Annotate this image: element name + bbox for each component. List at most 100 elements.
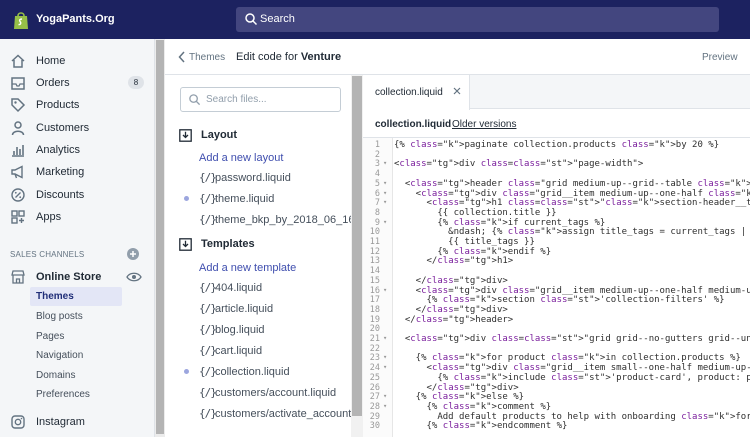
nav-item-discounts[interactable]: Discounts	[0, 185, 150, 205]
fold-toggle-icon[interactable]: ▾	[383, 159, 387, 167]
file-item-article-liquid[interactable]: {/} article.liquid	[179, 300, 349, 318]
code-line: 29 Add default products to help with onb…	[363, 412, 750, 422]
search-files-input[interactable]: Search files...	[180, 87, 341, 112]
fold-toggle-icon[interactable]: ▾	[383, 353, 387, 361]
shopify-bag-icon[interactable]	[10, 9, 32, 31]
line-number: 14	[369, 266, 380, 277]
file-item-collection-liquid[interactable]: {/} collection.liquid	[179, 363, 349, 381]
customers-icon	[11, 121, 25, 136]
code-line: 20	[363, 324, 750, 334]
sub-item-label: Pages	[36, 331, 65, 342]
sub-item-themes[interactable]: Themes	[30, 287, 122, 306]
add-new-template-link[interactable]: Add a new template	[199, 262, 296, 274]
sub-item-domains[interactable]: Domains	[30, 366, 122, 385]
add-sales-channel-icon[interactable]	[126, 247, 140, 261]
close-icon[interactable]	[453, 87, 461, 95]
sub-item-label: Preferences	[36, 389, 90, 400]
code-line: 9 ▾ {% class="k">if current_tags %}	[363, 218, 750, 228]
fold-toggle-icon[interactable]: ▾	[383, 402, 387, 410]
folder-download-icon	[179, 129, 192, 142]
line-number: 3	[374, 159, 380, 170]
fold-toggle-icon[interactable]: ▾	[383, 189, 387, 197]
fold-toggle-icon[interactable]: ▾	[383, 334, 387, 342]
code-text: </class="tg">div>	[394, 382, 519, 393]
file-item-blog-liquid[interactable]: {/} blog.liquid	[179, 321, 349, 339]
code-line: 16 ▾ <class="tg">div class="grid__item me…	[363, 286, 750, 296]
files-scrollbar-thumb[interactable]	[352, 76, 362, 416]
sub-item-label: Themes	[36, 291, 74, 302]
nav-scrollbar-thumb[interactable]	[156, 40, 164, 434]
fold-toggle-icon[interactable]: ▾	[383, 286, 387, 294]
line-number: 4	[374, 169, 380, 180]
fold-toggle-icon[interactable]: ▾	[383, 179, 387, 187]
file-browser-panel	[165, 75, 351, 437]
preview-button[interactable]: Preview	[702, 52, 738, 63]
code-line: 22	[363, 344, 750, 354]
line-number: 17	[369, 295, 380, 306]
code-text: {% class="k">section class="st">'collect…	[394, 295, 725, 306]
code-text: </class="tg">h1>	[394, 256, 514, 267]
file-item-cart-liquid[interactable]: {/} cart.liquid	[179, 342, 349, 360]
older-versions-link[interactable]: Older versions	[452, 119, 516, 130]
code-text: Add default products to help with onboar…	[394, 411, 750, 422]
line-number: 19	[369, 314, 380, 325]
fold-toggle-icon[interactable]: ▾	[383, 218, 387, 226]
sub-item-navigation[interactable]: Navigation	[30, 346, 122, 365]
fold-toggle-icon[interactable]: ▾	[383, 392, 387, 400]
code-line: 10 &ndash; {% class="k">assign title_tag…	[363, 227, 750, 237]
file-item-404-liquid[interactable]: {/} 404.liquid	[179, 279, 349, 297]
fold-toggle-icon[interactable]: ▾	[383, 198, 387, 206]
code-text: </class="tg">header>	[394, 314, 514, 325]
line-number: 22	[369, 343, 380, 354]
orders-icon	[11, 77, 25, 90]
nav-item-analytics[interactable]: Analytics	[0, 140, 150, 160]
view-online-store-eye-icon[interactable]	[126, 271, 142, 283]
online-store-icon	[11, 270, 25, 284]
nav-item-products[interactable]: Products	[0, 95, 150, 115]
global-search-bar[interactable]: Search	[236, 7, 719, 32]
editor-tab-collection-liquid[interactable]: collection.liquid	[363, 75, 470, 110]
nav-label: Discounts	[36, 189, 85, 201]
file-name: password.liquid	[215, 172, 291, 184]
nav-label: Orders	[36, 77, 70, 89]
line-number: 13	[369, 256, 380, 267]
store-name[interactable]: YogaPants.Org	[36, 13, 115, 25]
code-line: 8 {{ collection.title }}	[363, 208, 750, 218]
nav-label: Apps	[36, 211, 62, 223]
code-text: <class="tg">div class="grid__item medium…	[394, 285, 750, 296]
file-item-password-liquid[interactable]: {/} password.liquid	[179, 169, 349, 187]
nav-item-instagram[interactable]: Instagram	[0, 412, 150, 432]
nav-item-marketing[interactable]: Marketing	[0, 162, 150, 182]
file-name: cart.liquid	[215, 345, 263, 357]
sub-item-preferences[interactable]: Preferences	[30, 385, 122, 404]
products-tag-icon	[11, 98, 26, 113]
line-number: 11	[369, 237, 380, 247]
sub-item-blog-posts[interactable]: Blog posts	[30, 307, 122, 326]
liquid-file-icon: {/}	[199, 213, 217, 226]
code-line: 26 </class="tg">div>	[363, 383, 750, 393]
add-new-layout-link[interactable]: Add a new layout	[199, 152, 283, 164]
nav-item-orders[interactable]: Orders 8	[0, 73, 150, 93]
file-item-theme-bkp[interactable]: {/} theme_bkp_by_2018_06_16_2	[179, 211, 367, 229]
liquid-file-icon: {/}	[199, 344, 217, 357]
fold-toggle-icon[interactable]: ▾	[383, 363, 387, 371]
line-number: 18	[369, 304, 380, 315]
nav-item-customers[interactable]: Customers	[0, 118, 150, 138]
file-item-theme-liquid[interactable]: {/} theme.liquid	[179, 190, 349, 208]
code-line: 4	[363, 169, 750, 179]
code-area[interactable]: 1 {% class="k">paginate collection.produc…	[363, 140, 750, 437]
sub-item-pages[interactable]: Pages	[30, 327, 122, 346]
line-number: 6	[374, 188, 380, 199]
back-to-themes-link[interactable]: Themes	[189, 52, 225, 63]
code-line: 24 ▾ <class="tg">div class="grid__item sm…	[363, 363, 750, 373]
chevron-left-icon[interactable]	[178, 51, 186, 63]
nav-item-home[interactable]: Home	[0, 51, 150, 71]
file-item-customers-account[interactable]: {/} customers/account.liquid	[179, 384, 349, 402]
orders-count-badge: 8	[128, 76, 144, 89]
theme-name: Venture	[300, 51, 342, 63]
code-line: 18 </class="tg">div>	[363, 305, 750, 315]
code-text: <class="tg">div class="grid__item medium…	[394, 188, 750, 199]
file-item-customers-activate-account[interactable]: {/} customers/activate_account.li	[179, 405, 359, 423]
title-prefix: Edit code for	[236, 51, 298, 63]
nav-item-apps[interactable]: Apps	[0, 207, 150, 227]
